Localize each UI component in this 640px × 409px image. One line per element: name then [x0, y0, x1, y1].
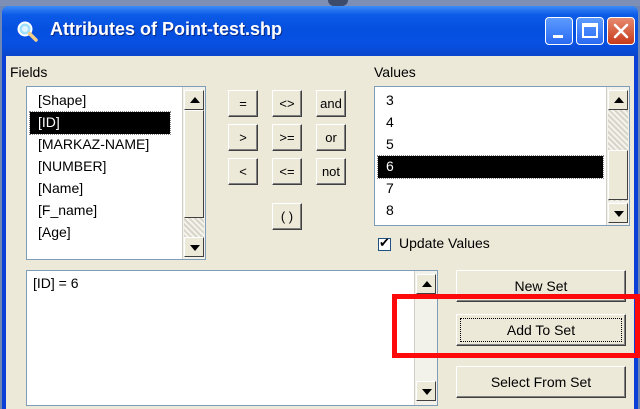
values-scroll-down-button[interactable] — [608, 203, 628, 223]
value-item[interactable]: 5 — [378, 134, 603, 156]
operator-less-button[interactable]: < — [228, 158, 258, 185]
minimize-button[interactable] — [545, 17, 573, 45]
field-item-age[interactable]: [Age] — [30, 222, 170, 244]
values-scroll-thumb[interactable] — [608, 150, 628, 200]
field-item-f-name[interactable]: [F_name] — [30, 200, 170, 222]
scroll-up-icon — [614, 97, 624, 103]
operator-equals-button[interactable]: = — [228, 90, 258, 117]
values-scroll-up-button[interactable] — [608, 90, 628, 110]
fields-scroll-up-button[interactable] — [184, 90, 204, 110]
fields-label: Fields — [10, 64, 48, 80]
update-values-checkbox[interactable]: ✔ — [378, 235, 391, 251]
query-magnifier-icon — [17, 21, 38, 42]
field-item-shape[interactable]: [Shape] — [30, 90, 170, 112]
values-scroll-track-upper[interactable] — [608, 110, 628, 150]
values-scroll-track-lower[interactable] — [608, 200, 628, 201]
value-item[interactable]: 3 — [378, 90, 603, 112]
maximize-icon — [582, 23, 598, 38]
value-item[interactable]: 8 — [378, 200, 603, 222]
operator-less-equal-button[interactable]: <= — [272, 158, 302, 185]
operator-or-button[interactable]: or — [316, 124, 346, 151]
values-list[interactable]: 3 4 5 6 7 8 — [374, 86, 630, 226]
minimize-icon — [553, 35, 563, 38]
scroll-up-icon — [190, 97, 200, 103]
operator-and-button[interactable]: and — [316, 90, 346, 117]
field-item-markaz-name[interactable]: [MARKAZ-NAME] — [30, 134, 170, 156]
operator-parentheses-button[interactable]: ( ) — [272, 203, 302, 230]
scroll-down-icon — [614, 211, 624, 217]
expression-textarea[interactable]: [ID] = 6 — [26, 270, 438, 406]
fields-scroll-thumb[interactable] — [184, 110, 204, 218]
highlight-annotation-box — [392, 294, 640, 358]
scroll-up-icon — [422, 281, 432, 287]
scroll-down-icon — [422, 389, 432, 395]
expression-scroll-up-button[interactable] — [416, 274, 436, 294]
value-item[interactable]: 4 — [378, 112, 603, 134]
operator-greater-equal-button[interactable]: >= — [272, 124, 302, 151]
window-title: Attributes of Point-test.shp — [50, 19, 282, 39]
update-values-label: Update Values — [399, 235, 490, 251]
maximize-button[interactable] — [576, 17, 604, 45]
field-item-name[interactable]: [Name] — [30, 178, 170, 200]
values-label: Values — [374, 64, 416, 80]
title-bar[interactable]: Attributes of Point-test.shp — [2, 6, 638, 56]
expression-scroll-down-button[interactable] — [416, 381, 436, 401]
checkmark-icon: ✔ — [379, 235, 390, 250]
close-button[interactable] — [607, 17, 635, 45]
value-item[interactable]: 7 — [378, 178, 603, 200]
select-from-set-button[interactable]: Select From Set — [456, 366, 626, 398]
close-icon — [613, 23, 629, 39]
field-item-number[interactable]: [NUMBER] — [30, 156, 170, 178]
fields-scrollbar[interactable] — [182, 87, 205, 259]
field-item-id[interactable]: [ID] — [29, 111, 171, 135]
value-item-selected[interactable]: 6 — [377, 155, 604, 179]
fields-scroll-down-button[interactable] — [184, 237, 204, 257]
fields-list[interactable]: [Shape] [ID] [MARKAZ-NAME] [NUMBER] [Nam… — [26, 86, 206, 260]
operator-not-button[interactable]: not — [316, 158, 346, 185]
operator-greater-button[interactable]: > — [228, 124, 258, 151]
scroll-down-icon — [190, 245, 200, 251]
values-scrollbar[interactable] — [606, 87, 629, 225]
fields-scroll-track[interactable] — [184, 218, 204, 237]
expression-text: [ID] = 6 — [33, 275, 79, 291]
operator-not-equal-button[interactable]: <> — [272, 90, 302, 117]
